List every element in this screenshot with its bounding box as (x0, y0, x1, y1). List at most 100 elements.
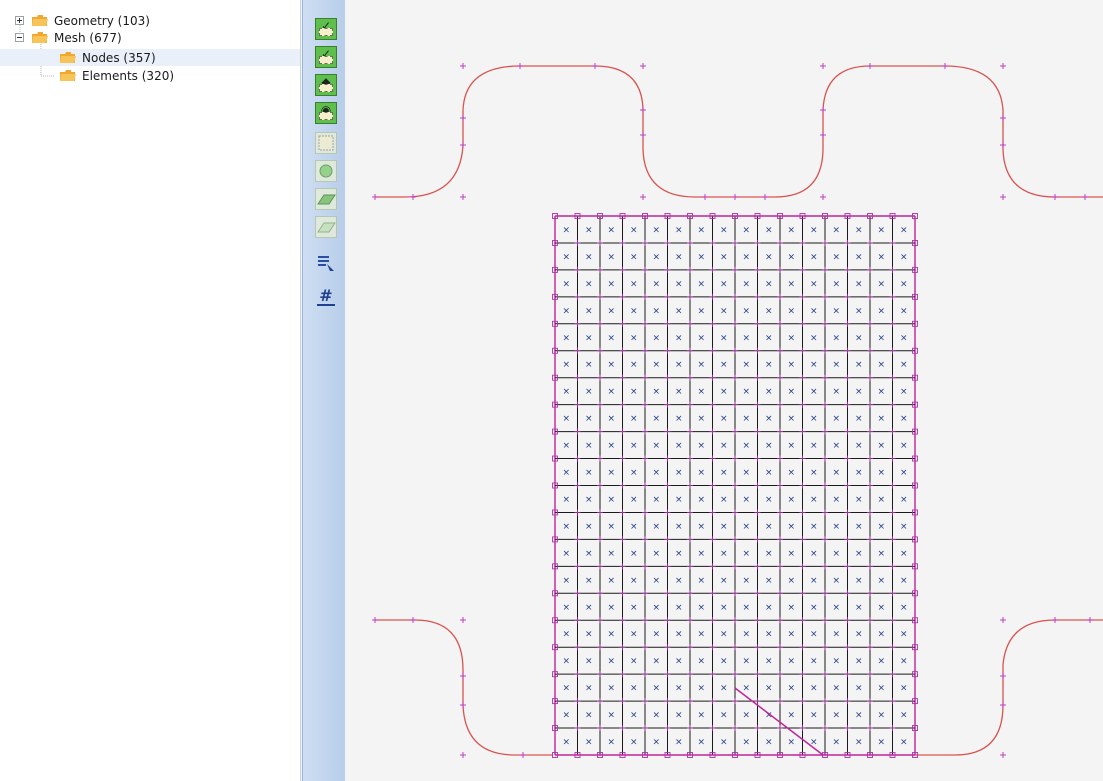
element-centroid-marker: × (697, 576, 705, 586)
element-centroid-marker: × (832, 306, 840, 316)
element-centroid-marker: × (652, 576, 660, 586)
element-centroid-marker: × (562, 711, 570, 721)
element-centroid-marker: × (697, 468, 705, 478)
select-list-button[interactable] (315, 252, 337, 274)
element-centroid-marker: × (607, 252, 615, 262)
element-centroid-marker: × (675, 333, 683, 343)
tree-item-geometry[interactable]: Geometry (103) (15, 12, 150, 29)
element-centroid-marker: × (787, 630, 795, 640)
element-centroid-marker: × (562, 225, 570, 235)
plane-button[interactable] (315, 188, 337, 210)
element-centroid-marker: × (607, 279, 615, 289)
plane-light-button[interactable] (315, 216, 337, 238)
element-centroid-marker: × (810, 333, 818, 343)
element-centroid-marker: × (630, 306, 638, 316)
check-elements-button[interactable]: ✓ (315, 46, 337, 68)
element-centroid-marker: × (630, 738, 638, 748)
element-centroid-marker: × (855, 360, 863, 370)
view-mesh-button[interactable]: ◉ (315, 102, 337, 124)
element-centroid-marker: × (562, 360, 570, 370)
element-centroid-marker: × (855, 441, 863, 451)
element-centroid-marker: × (810, 468, 818, 478)
element-centroid-marker: × (720, 306, 728, 316)
element-centroid-marker: × (607, 522, 615, 532)
show-nodes-icon: ◆ (321, 75, 331, 89)
element-centroid-marker: × (675, 630, 683, 640)
element-centroid-marker: × (585, 522, 593, 532)
element-centroid-marker: × (585, 225, 593, 235)
element-centroid-marker: × (765, 252, 773, 262)
element-centroid-marker: × (877, 576, 885, 586)
element-centroid-marker: × (855, 576, 863, 586)
element-centroid-marker: × (742, 603, 750, 613)
tree-item-elements[interactable]: Elements (320) (60, 67, 174, 84)
element-centroid-marker: × (720, 549, 728, 559)
element-centroid-marker: × (877, 414, 885, 424)
element-centroid-marker: × (832, 279, 840, 289)
surface-button[interactable] (315, 160, 337, 182)
element-centroid-marker: × (675, 738, 683, 748)
show-nodes-button[interactable]: ◆ (315, 74, 337, 96)
element-centroid-marker: × (562, 576, 570, 586)
element-centroid-marker: × (900, 711, 908, 721)
check-mesh-button[interactable]: ✓ (315, 18, 337, 40)
element-centroid-marker: × (900, 738, 908, 748)
element-centroid-marker: × (675, 522, 683, 532)
element-centroid-marker: × (562, 549, 570, 559)
tree-item-mesh[interactable]: Mesh (677) (15, 29, 122, 46)
element-centroid-marker: × (810, 306, 818, 316)
element-centroid-marker: × (607, 684, 615, 694)
element-centroid-marker: × (562, 495, 570, 505)
element-centroid-marker: × (877, 495, 885, 505)
element-centroid-marker: × (742, 684, 750, 694)
element-centroid-marker: × (810, 684, 818, 694)
element-centroid-marker: × (742, 657, 750, 667)
grid-button[interactable] (315, 132, 337, 154)
element-centroid-marker: × (742, 630, 750, 640)
element-centroid-marker: × (697, 630, 705, 640)
element-centroid-marker: × (562, 684, 570, 694)
element-centroid-marker: × (697, 225, 705, 235)
element-centroid-marker: × (652, 711, 660, 721)
element-centroid-marker: × (810, 225, 818, 235)
element-centroid-marker: × (787, 387, 795, 397)
tree-item-label: Mesh (677) (54, 30, 122, 45)
project-tree: Geometry (103) Mesh (677) Nodes (357) El… (0, 0, 301, 781)
expand-icon[interactable] (15, 16, 24, 25)
element-centroid-marker: × (675, 252, 683, 262)
element-centroid-marker: × (630, 414, 638, 424)
element-centroid-marker: × (765, 603, 773, 613)
model-viewport[interactable]: × × × × × × × × × × × × × × × × × × × × × × × × × × × × × × × × × × × × × × × ×… (345, 0, 1103, 781)
numbering-button[interactable]: # (315, 286, 337, 308)
element-centroid-marker: × (855, 333, 863, 343)
element-centroid-marker: × (765, 495, 773, 505)
element-centroid-marker: × (742, 711, 750, 721)
element-centroid-marker: × (585, 333, 593, 343)
element-centroid-marker: × (810, 387, 818, 397)
element-centroid-marker: × (607, 441, 615, 451)
element-centroid-marker: × (720, 657, 728, 667)
element-centroid-marker: × (832, 441, 840, 451)
element-centroid-marker: × (832, 468, 840, 478)
element-centroid-marker: × (562, 387, 570, 397)
element-centroid-marker: × (697, 279, 705, 289)
element-centroid-marker: × (742, 576, 750, 586)
element-centroid-marker: × (585, 738, 593, 748)
element-centroid-marker: × (697, 657, 705, 667)
element-centroid-marker: × (585, 549, 593, 559)
element-centroid-marker: × (652, 549, 660, 559)
collapse-icon[interactable] (15, 33, 24, 42)
element-centroid-marker: × (765, 522, 773, 532)
element-centroid-marker: × (697, 522, 705, 532)
element-centroid-marker: × (765, 306, 773, 316)
element-centroid-marker: × (742, 549, 750, 559)
element-centroid-marker: × (720, 603, 728, 613)
element-centroid-marker: × (720, 252, 728, 262)
element-centroid-marker: × (742, 306, 750, 316)
element-centroid-marker: × (675, 360, 683, 370)
element-centroid-marker: × (810, 441, 818, 451)
element-centroid-marker: × (877, 522, 885, 532)
tree-item-nodes[interactable]: Nodes (357) (0, 49, 300, 66)
element-centroid-marker: × (765, 549, 773, 559)
element-centroid-marker: × (607, 603, 615, 613)
